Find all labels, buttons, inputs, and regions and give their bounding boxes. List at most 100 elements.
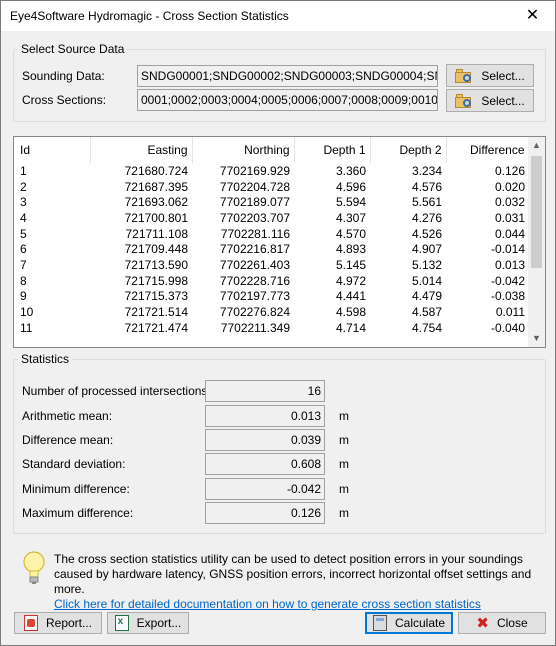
table-cell: 5.145 (335, 257, 366, 272)
export-button[interactable]: Export... (107, 612, 189, 634)
table-cell: 4.576 (411, 179, 442, 194)
stat-value-field[interactable]: 16 (205, 380, 325, 402)
table-cell: 721715.373 (124, 289, 188, 304)
column-header-depth2[interactable]: Depth 2 (370, 137, 447, 163)
column-header-id[interactable]: Id (14, 137, 91, 163)
table-cell: 0.013 (494, 257, 525, 272)
table-cell: 9 (20, 289, 27, 304)
table-row[interactable]: 10 721721.514 7702276.824 4.598 4.587 0.011 (14, 304, 529, 320)
cross-section-statistics-window: Eye4Software Hydromagic - Cross Section … (0, 0, 556, 646)
folder-search-icon (455, 68, 473, 83)
table-row[interactable]: 6 721709.448 7702216.817 4.893 4.907 -0.014 (14, 241, 529, 257)
table-cell: 721713.590 (124, 257, 188, 272)
intersections-table[interactable]: Id Easting Northing Depth 1 Depth 2 Diff… (13, 136, 546, 348)
table-row[interactable]: 7 721713.590 7702261.403 5.145 5.132 0.013 (14, 257, 529, 273)
table-row[interactable]: 9 721715.373 7702197.773 4.441 4.479 -0.038 (14, 289, 529, 305)
column-header-easting[interactable]: Easting (90, 137, 193, 163)
table-cell: 4.754 (411, 320, 442, 335)
table-cell: 4.276 (411, 210, 442, 225)
table-cell: 721680.724 (124, 163, 188, 178)
statistics-legend: Statistics (18, 352, 73, 366)
scroll-down-icon[interactable]: ▼ (528, 330, 545, 347)
table-cell: 7702204.728 (219, 179, 290, 194)
table-cell: 4 (20, 210, 27, 225)
cross-sections-field[interactable]: 0001;0002;0003;0004;0005;0006;0007;0008;… (137, 89, 438, 111)
table-row[interactable]: 2 721687.395 7702204.728 4.596 4.576 0.020 (14, 179, 529, 195)
table-cell: 7702197.773 (219, 289, 290, 304)
table-cell: 7702281.116 (220, 226, 290, 241)
table-row[interactable]: 8 721715.998 7702228.716 4.972 5.014 -0.042 (14, 273, 529, 289)
table-cell: 7702261.403 (219, 257, 290, 272)
table-cell: 6 (20, 242, 27, 257)
select-sounding-button[interactable]: Select... (446, 64, 534, 87)
column-header-depth1[interactable]: Depth 1 (294, 137, 371, 163)
table-cell: 7702169.929 (219, 163, 290, 178)
table-row[interactable]: 4 721700.801 7702203.707 4.307 4.276 0.031 (14, 210, 529, 226)
stat-value-field[interactable]: 0.013 (205, 405, 325, 427)
table-cell: 3.360 (335, 163, 366, 178)
column-header-difference[interactable]: Difference (446, 137, 530, 163)
table-cell: 4.714 (335, 320, 366, 335)
table-cell: 0.126 (494, 163, 525, 178)
table-cell: 4.570 (335, 226, 366, 241)
stat-value-field[interactable]: -0.042 (205, 478, 325, 500)
table-cell: 0.020 (494, 179, 525, 194)
column-header-northing[interactable]: Northing (192, 137, 295, 163)
table-cell: 4.972 (335, 273, 366, 288)
stat-label: Difference mean: (22, 433, 114, 447)
stat-value-field[interactable]: 0.039 (205, 429, 325, 451)
stat-label: Maximum difference: (22, 506, 134, 520)
table-cell: 7702228.716 (219, 273, 290, 288)
stat-unit: m (339, 409, 349, 423)
table-cell: 2 (20, 179, 27, 194)
table-cell: 721687.395 (124, 179, 188, 194)
table-cell: 5 (20, 226, 27, 241)
table-cell: 7702216.817 (219, 242, 290, 257)
stat-label: Number of processed intersections: (22, 384, 211, 398)
table-cell: 3 (20, 195, 27, 210)
calculate-button-label: Calculate (394, 616, 446, 630)
table-cell: 5.594 (335, 195, 366, 210)
table-cell: 4.893 (335, 242, 366, 257)
folder-search-icon (455, 93, 473, 108)
table-cell: 0.031 (494, 210, 525, 225)
stat-value-field[interactable]: 0.608 (205, 453, 325, 475)
scroll-up-icon[interactable]: ▲ (528, 137, 545, 154)
table-cell: 4.307 (335, 210, 366, 225)
stat-unit: m (339, 457, 349, 471)
sounding-data-field[interactable]: SNDG00001;SNDG00002;SNDG00003;SNDG00004;… (137, 65, 438, 87)
table-cell: 4.598 (335, 305, 366, 320)
stat-unit: m (339, 433, 349, 447)
table-cell: -0.040 (490, 320, 525, 335)
table-cell: 4.907 (411, 242, 442, 257)
table-cell: 0.011 (495, 305, 525, 320)
scroll-thumb[interactable] (531, 156, 542, 268)
table-cell: 3.234 (411, 163, 442, 178)
table-scrollbar[interactable]: ▲ ▼ (528, 137, 545, 347)
table-cell: 721711.108 (125, 226, 188, 241)
table-row[interactable]: 1 721680.724 7702169.929 3.360 3.234 0.126 (14, 163, 529, 179)
table-row[interactable]: 3 721693.062 7702189.077 5.594 5.561 0.032 (14, 194, 529, 210)
stat-label: Minimum difference: (22, 482, 130, 496)
title-bar: Eye4Software Hydromagic - Cross Section … (1, 1, 555, 31)
close-button[interactable]: ✖ Close (458, 612, 546, 634)
table-cell: 8 (20, 273, 27, 288)
table-row[interactable]: 5 721711.108 7702281.116 4.570 4.526 0.044 (14, 226, 529, 242)
select-sections-button[interactable]: Select... (446, 89, 534, 112)
table-cell: 5.561 (411, 195, 442, 210)
close-button-label: Close (496, 616, 528, 630)
calculate-button[interactable]: Calculate (365, 612, 453, 634)
window-close-icon[interactable]: ✕ (510, 1, 555, 31)
table-cell: 7702211.349 (220, 320, 290, 335)
table-cell: 4.587 (411, 305, 442, 320)
documentation-link[interactable]: Click here for detailed documentation on… (54, 597, 481, 611)
table-row[interactable]: 11 721721.474 7702211.349 4.714 4.754 -0.040 (14, 320, 529, 336)
stat-unit: m (339, 482, 349, 496)
stat-value-field[interactable]: 0.126 (205, 502, 325, 524)
export-button-label: Export... (136, 616, 182, 630)
info-panel: The cross section statistics utility can… (13, 544, 546, 611)
spreadsheet-icon (114, 615, 129, 631)
report-button[interactable]: Report... (14, 612, 102, 634)
calculator-icon (372, 615, 387, 631)
table-cell: 1 (20, 163, 27, 178)
